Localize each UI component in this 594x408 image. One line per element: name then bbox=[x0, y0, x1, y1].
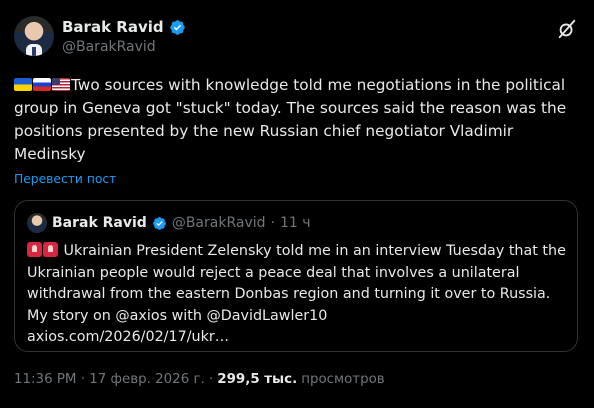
post-meta: 11:36 PM · 17 февр. 2026 г. · 299,5 тыс.… bbox=[14, 372, 385, 387]
translate-post-link[interactable]: Перевести пост bbox=[14, 172, 116, 186]
siren-icon bbox=[43, 242, 58, 257]
author-name-row: Barak Ravid bbox=[62, 18, 186, 36]
quoted-article-link[interactable]: axios.com/2026/02/17/ukr… bbox=[27, 329, 229, 345]
quoted-post-text: Ukrainian President Zelensky told me in … bbox=[27, 241, 572, 349]
grok-button[interactable] bbox=[556, 18, 580, 42]
post-timestamp[interactable]: 11:36 PM · 17 февр. 2026 г. · bbox=[14, 372, 213, 387]
ukraine-flag-icon bbox=[14, 78, 32, 91]
quoted-post-header: Barak Ravid @BarakRavid · 11 ч bbox=[27, 213, 311, 233]
post-header: Barak Ravid @BarakRavid bbox=[14, 16, 580, 58]
quoted-post-time[interactable]: 11 ч bbox=[280, 215, 311, 231]
quoted-author-handle[interactable]: @BarakRavid bbox=[172, 215, 266, 231]
russia-flag-icon bbox=[33, 78, 51, 91]
views-label: просмотров bbox=[301, 372, 385, 387]
views-count: 299,5 тыс. bbox=[217, 372, 298, 387]
author-handle[interactable]: @BarakRavid bbox=[62, 39, 156, 55]
post-text: Two sources with knowledge told me negot… bbox=[14, 74, 574, 166]
quoted-author-avatar[interactable] bbox=[27, 213, 47, 233]
quoted-post[interactable]: Barak Ravid @BarakRavid · 11 ч Ukrainian… bbox=[14, 200, 578, 352]
usa-flag-icon bbox=[52, 78, 70, 91]
author-avatar[interactable] bbox=[14, 16, 54, 56]
quoted-text-line1: Ukrainian President Zelensky told me in … bbox=[63, 243, 566, 259]
grok-icon bbox=[558, 19, 576, 39]
verified-badge-icon bbox=[152, 216, 166, 230]
siren-icon bbox=[27, 242, 42, 257]
separator-dot: · bbox=[270, 215, 275, 231]
quoted-author-name[interactable]: Barak Ravid bbox=[52, 215, 147, 231]
verified-badge-icon[interactable] bbox=[169, 19, 186, 36]
author-name[interactable]: Barak Ravid bbox=[62, 18, 164, 36]
post-body: Two sources with knowledge told me negot… bbox=[14, 76, 567, 163]
quoted-text-rest: Ukrainian people would reject a peace de… bbox=[27, 264, 551, 324]
